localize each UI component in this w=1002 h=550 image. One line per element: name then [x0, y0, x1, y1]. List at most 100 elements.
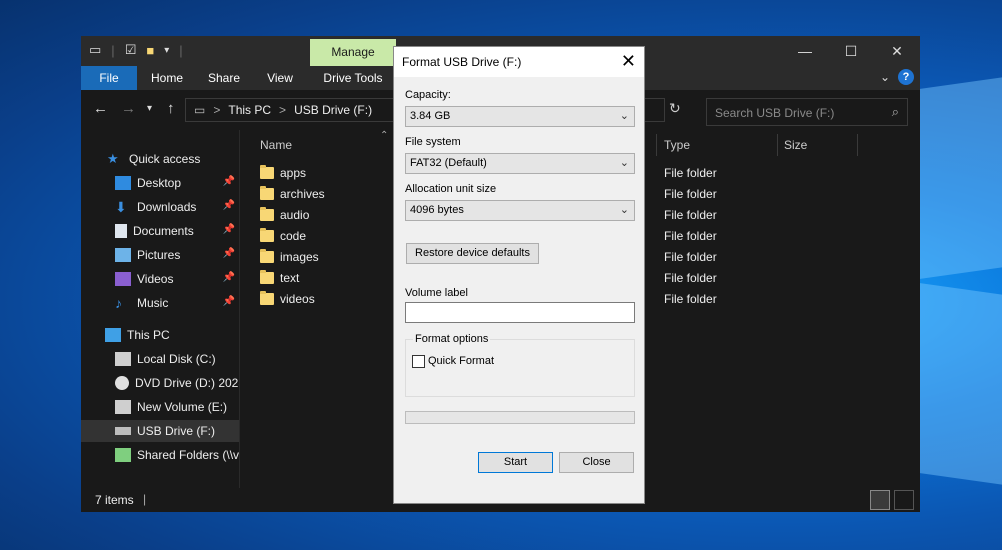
sidebar-item-label: DVD Drive (D:) 2023: [135, 376, 239, 390]
close-button[interactable]: Close: [559, 452, 634, 473]
pin-icon: 📌: [222, 296, 235, 307]
sidebar-item-this-pc[interactable]: This PC: [81, 324, 239, 346]
column-divider[interactable]: [857, 134, 858, 156]
sidebar-item-downloads[interactable]: ⬇ Downloads 📌: [81, 196, 239, 218]
file-type: File folder: [664, 208, 717, 222]
refresh-icon[interactable]: ↻: [669, 100, 681, 117]
sort-up-icon: ⌃: [380, 130, 389, 141]
folder-icon: [260, 165, 274, 179]
help-icon[interactable]: ?: [898, 69, 914, 85]
tab-manage[interactable]: Manage: [310, 39, 396, 66]
column-divider[interactable]: [777, 134, 778, 156]
sidebar-item-documents[interactable]: Documents 📌: [81, 220, 239, 242]
sidebar-item-shared-folders[interactable]: Shared Folders (\\vr: [81, 444, 239, 466]
folder-icon: [260, 291, 274, 305]
column-divider[interactable]: [656, 134, 657, 156]
quick-format-label[interactable]: Quick Format: [428, 355, 494, 367]
dialog-title: Format USB Drive (F:): [402, 55, 522, 69]
allocation-value: 4096 bytes: [410, 204, 464, 216]
breadcrumb-separator: >: [213, 103, 221, 117]
drive-icon: ▭: [194, 103, 206, 117]
sidebar-item-pictures[interactable]: Pictures 📌: [81, 244, 239, 266]
start-button[interactable]: Start: [478, 452, 553, 473]
column-header-size[interactable]: Size: [784, 138, 807, 152]
chevron-down-icon: ⌄: [619, 110, 629, 122]
download-icon: ⬇: [115, 199, 127, 215]
tab-drive-tools[interactable]: Drive Tools: [310, 66, 396, 90]
restore-defaults-button[interactable]: Restore device defaults: [406, 243, 539, 264]
window-controls: — ☐ ✕: [782, 36, 920, 66]
details-view-icon[interactable]: [870, 490, 890, 510]
sidebar-item-label: Desktop: [137, 176, 182, 190]
view-buttons: [870, 490, 914, 510]
column-header-type[interactable]: Type: [664, 138, 690, 152]
folder-icon: [260, 249, 274, 263]
sidebar-item-new-volume[interactable]: New Volume (E:): [81, 396, 239, 418]
pin-icon: 📌: [222, 272, 235, 283]
file-type: File folder: [664, 187, 717, 201]
maximize-icon[interactable]: ☐: [828, 36, 874, 66]
tab-file[interactable]: File: [81, 66, 137, 90]
folder-icon: [260, 270, 274, 284]
tab-view[interactable]: View: [255, 66, 305, 90]
file-name: text: [280, 271, 300, 285]
allocation-select[interactable]: 4096 bytes ⌄: [405, 200, 635, 221]
hard-drive-icon: [115, 400, 131, 414]
file-name: archives: [280, 187, 325, 201]
up-arrow-icon[interactable]: ↑: [167, 100, 175, 117]
pictures-icon: [115, 248, 131, 262]
video-icon: [115, 272, 131, 286]
chevron-down-icon: ⌄: [619, 157, 629, 169]
capacity-value: 3.84 GB: [410, 110, 451, 122]
sidebar-item-label: Local Disk (C:): [137, 352, 216, 366]
file-name: videos: [280, 292, 315, 306]
breadcrumb-usb-drive[interactable]: USB Drive (F:): [294, 103, 372, 117]
sidebar-item-usb-drive[interactable]: USB Drive (F:): [81, 420, 239, 442]
close-icon[interactable]: ✕: [874, 36, 920, 66]
column-header-name[interactable]: Name: [260, 138, 292, 152]
divider: |: [179, 42, 183, 58]
quick-format-checkbox[interactable]: [412, 355, 425, 368]
file-type: File folder: [664, 229, 717, 243]
sidebar-item-dvd-drive[interactable]: DVD Drive (D:) 2023: [81, 372, 239, 394]
capacity-label: Capacity:: [405, 89, 451, 101]
sidebar-item-desktop[interactable]: Desktop 📌: [81, 172, 239, 194]
tab-home[interactable]: Home: [141, 66, 193, 90]
volume-label-label: Volume label: [405, 287, 468, 299]
sidebar-item-quick-access[interactable]: ★ Quick access: [81, 148, 239, 170]
volume-label-input[interactable]: [405, 302, 635, 323]
tab-share[interactable]: Share: [199, 66, 249, 90]
search-input[interactable]: Search USB Drive (F:) ⌕: [706, 98, 908, 126]
new-folder-icon[interactable]: ■: [146, 43, 154, 58]
sidebar-item-music[interactable]: ♪ Music 📌: [81, 292, 239, 314]
sidebar-item-label: USB Drive (F:): [137, 424, 215, 438]
recent-locations-icon[interactable]: ▾: [147, 103, 152, 114]
chevron-down-icon: ⌄: [619, 204, 629, 216]
search-icon: ⌕: [891, 104, 899, 119]
file-name: code: [280, 229, 307, 243]
filesystem-select[interactable]: FAT32 (Default) ⌄: [405, 153, 635, 174]
format-options-label: Format options: [413, 333, 491, 345]
divider: |: [111, 42, 115, 58]
expand-ribbon-icon[interactable]: ⌄: [880, 70, 890, 84]
sidebar-item-label: Documents: [133, 224, 194, 238]
forward-arrow-icon[interactable]: →: [121, 100, 136, 117]
breadcrumb-this-pc[interactable]: This PC: [228, 103, 271, 117]
sidebar-item-local-disk[interactable]: Local Disk (C:): [81, 348, 239, 370]
status-divider: |: [143, 492, 147, 506]
filesystem-value: FAT32 (Default): [410, 157, 487, 169]
customize-dropdown-icon[interactable]: ▾: [164, 45, 169, 56]
file-type: File folder: [664, 250, 717, 264]
close-icon[interactable]: ✕: [621, 51, 636, 72]
file-type: File folder: [664, 166, 717, 180]
minimize-icon[interactable]: —: [782, 36, 828, 66]
large-icons-view-icon[interactable]: [894, 490, 914, 510]
dialog-title-bar: Format USB Drive (F:) ✕: [394, 47, 644, 77]
capacity-select[interactable]: 3.84 GB ⌄: [405, 106, 635, 127]
disc-icon: [115, 376, 129, 390]
properties-icon[interactable]: ☑: [125, 42, 137, 58]
sidebar-item-videos[interactable]: Videos 📌: [81, 268, 239, 290]
star-icon: ★: [107, 151, 119, 166]
sidebar-item-label: Downloads: [137, 200, 197, 214]
back-arrow-icon[interactable]: ←: [93, 100, 108, 117]
